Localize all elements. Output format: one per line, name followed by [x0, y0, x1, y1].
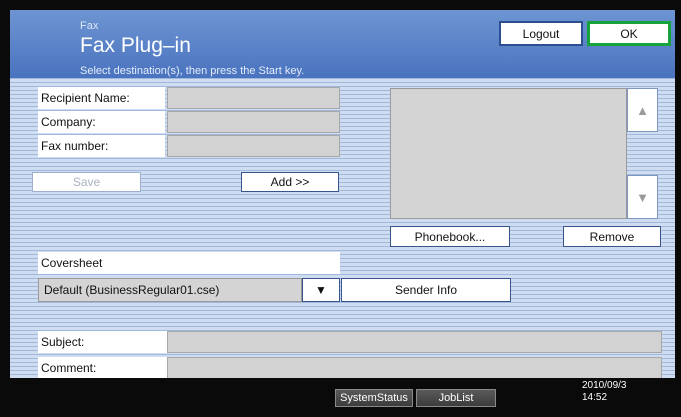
scroll-up-button[interactable]: ▲	[627, 88, 658, 132]
fax-number-label: Fax number:	[38, 135, 165, 157]
datetime-display: 2010/09/3 14:52	[582, 380, 627, 404]
triangle-down-icon: ▼	[636, 189, 649, 205]
sender-info-button[interactable]: Sender Info	[341, 278, 511, 302]
status-bar: SystemStatus JobList 2010/09/3 14:52	[10, 378, 675, 407]
company-label: Company:	[38, 111, 165, 133]
header-bar: Fax Fax Plug–in Select destination(s), t…	[10, 10, 675, 78]
category-label: Fax	[80, 20, 99, 32]
scroll-down-button[interactable]: ▼	[627, 175, 658, 219]
coversheet-select[interactable]: Default (BusinessRegular01.cse)	[38, 278, 302, 302]
add-button[interactable]: Add >>	[241, 172, 339, 192]
system-status-button[interactable]: SystemStatus	[335, 389, 413, 407]
ok-button[interactable]: OK	[587, 21, 671, 46]
subject-label: Subject:	[38, 331, 167, 353]
coversheet-dropdown-button[interactable]: ▼	[302, 278, 340, 302]
fax-number-field[interactable]	[167, 135, 340, 157]
company-field[interactable]	[167, 111, 340, 133]
save-button[interactable]: Save	[32, 172, 141, 192]
date-text: 2010/09/3	[582, 380, 627, 391]
recipient-name-label: Recipient Name:	[38, 87, 165, 109]
job-list-button[interactable]: JobList	[416, 389, 496, 407]
triangle-up-icon: ▲	[636, 102, 649, 118]
comment-label: Comment:	[38, 357, 167, 379]
fax-screen: Fax Fax Plug–in Select destination(s), t…	[10, 10, 675, 407]
time-text: 14:52	[582, 392, 608, 403]
triangle-down-icon: ▼	[315, 283, 327, 297]
phonebook-button[interactable]: Phonebook...	[390, 226, 510, 247]
comment-field[interactable]	[167, 357, 662, 379]
page-title: Fax Plug–in	[80, 34, 191, 57]
instruction-text: Select destination(s), then press the St…	[80, 65, 305, 77]
logout-button[interactable]: Logout	[499, 21, 583, 46]
destination-list[interactable]	[390, 88, 627, 219]
remove-button[interactable]: Remove	[563, 226, 661, 247]
coversheet-label: Coversheet	[38, 252, 340, 274]
subject-field[interactable]	[167, 331, 662, 353]
main-panel: Recipient Name: Company: Fax number: Sav…	[10, 78, 675, 379]
recipient-name-field[interactable]	[167, 87, 340, 109]
